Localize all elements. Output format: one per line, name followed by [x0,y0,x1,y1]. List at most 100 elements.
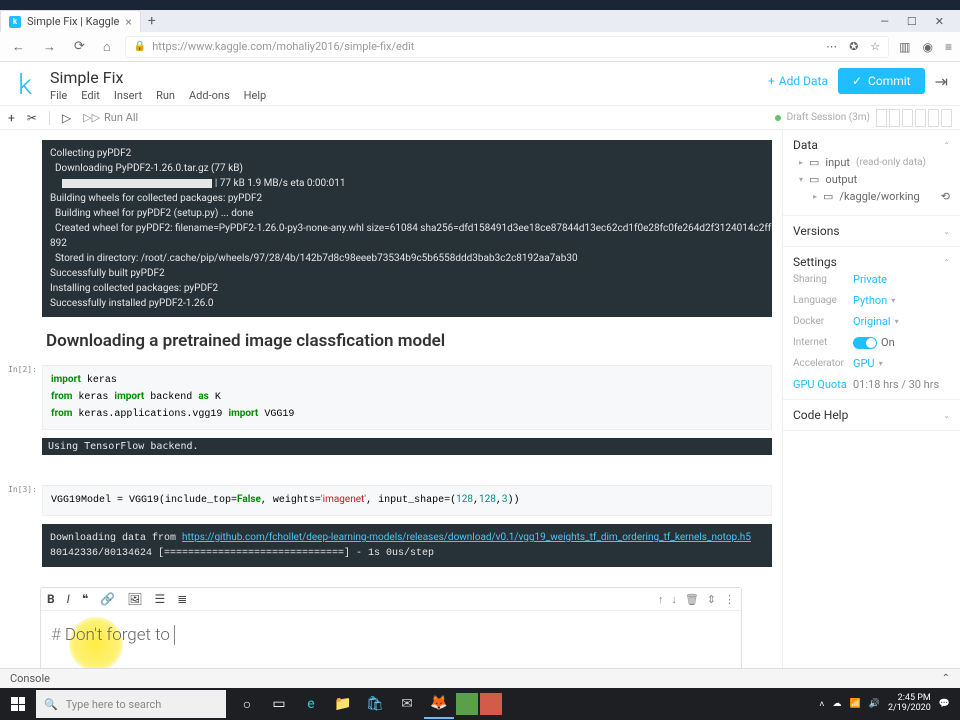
docker-select[interactable]: Original▾ [853,315,950,328]
menu-edit[interactable]: Edit [81,89,100,102]
cell-label-in2: In[2]: [8,365,37,374]
move-down-button[interactable]: ↓ [671,593,677,606]
close-tab-icon[interactable]: × [125,15,131,29]
versions-section-header[interactable]: Versions ⌄ [793,224,950,238]
app-red-icon[interactable] [480,693,502,715]
forward-icon[interactable]: → [39,37,60,57]
menu-insert[interactable]: Insert [114,89,142,102]
tray-volume-icon[interactable]: 🔊 [869,699,880,709]
account-icon[interactable]: ◉ [923,40,933,54]
tree-output-folder[interactable]: ▾ ▭ output [799,171,950,188]
tree-working-folder[interactable]: ▸ ▭ /kaggle/working ⟲ [799,188,950,205]
active-tab[interactable]: k Simple Fix | Kaggle × [0,10,141,32]
session-status[interactable]: Draft Session (3m) [775,109,952,127]
sharing-value[interactable]: Private [853,273,950,286]
menu-icon[interactable]: ≡ [945,40,952,54]
chevron-up-icon: ⌃ [942,673,950,684]
internet-toggle[interactable]: On [853,336,950,349]
maximize-icon[interactable]: ☐ [907,15,917,28]
settings-section-header[interactable]: Settings ⌃ [793,255,950,269]
taskview-icon[interactable]: ▭ [264,689,294,719]
console-bar[interactable]: Console ⌃ [0,668,960,688]
chevron-down-icon: ⌄ [943,227,950,236]
kaggle-logo[interactable]: k [0,68,50,101]
add-cell-button[interactable]: + [8,111,15,125]
tray-clock[interactable]: 2:45 PM 2/19/2020 [888,694,931,714]
url-input[interactable] [152,40,820,53]
start-button[interactable] [2,688,34,720]
firefox-icon[interactable]: 🦊 [424,689,454,719]
gpu-quota-link[interactable]: GPU Quota [793,378,853,391]
accelerator-select[interactable]: GPU▾ [853,357,950,370]
image-button[interactable]: 🖼 [127,592,142,606]
tray-cloud-icon[interactable]: ☁ [833,699,842,709]
lock-icon: 🔒 [134,41,146,52]
meter-disk [889,109,900,127]
tray-notifications-icon[interactable]: 💬 [939,699,950,709]
language-select[interactable]: Python▾ [853,294,950,307]
bookmark-icon[interactable]: ☆ [870,40,880,53]
markdown-content[interactable]: # Don't forget to [41,611,741,668]
mail-icon[interactable]: ✉ [392,689,422,719]
search-icon: 🔍 [44,698,58,711]
collapse-sidebar-icon[interactable]: ⇥ [935,72,948,91]
menu-run[interactable]: Run [156,89,175,102]
reader-icon[interactable]: ✪ [849,40,858,53]
data-section-header[interactable]: Data ⌃ [793,138,950,152]
italic-button[interactable]: I [67,592,70,606]
windows-taskbar: 🔍 Type here to search ○ ▭ e 📁 🛍 ✉ 🦊 ˄ ☁ … [0,688,960,720]
bold-button[interactable]: B [47,592,55,606]
move-up-button[interactable]: ↑ [658,593,664,606]
code-cell-2[interactable]: import kerasfrom keras import backend as… [42,365,772,430]
refresh-icon[interactable]: ⟲ [941,190,950,203]
codehelp-section-header[interactable]: Code Help ⌄ [793,408,950,422]
home-icon[interactable]: ⌂ [99,37,115,57]
close-window-icon[interactable]: ✕ [935,15,944,28]
notebook-body[interactable]: Collecting pyPDF2 Downloading PyPDF2-1.2… [0,130,782,668]
quote-button[interactable]: ❝ [82,592,88,606]
collapse-button[interactable]: ⇕ [707,593,716,606]
tab-title: Simple Fix | Kaggle [27,15,119,28]
menu-addons[interactable]: Add-ons [189,89,230,102]
text-cursor [174,625,175,645]
ul-button[interactable]: ☰ [155,592,166,606]
tray-chevron-icon[interactable]: ˄ [819,699,824,710]
cut-cell-button[interactable]: ✂ [27,111,37,125]
more-icon[interactable]: ⋯ [826,40,837,53]
new-tab-button[interactable]: + [141,13,163,29]
delete-cell-button[interactable]: 🗑 [685,593,699,606]
cell-menu-button[interactable]: ⋮ [724,593,735,606]
taskbar-search[interactable]: 🔍 Type here to search [36,690,226,718]
tray-network-icon[interactable]: 📶 [850,699,861,709]
markdown-editor[interactable]: B I ❝ 🔗 🖼 ☰ ≣ ↑ ↓ 🗑 ⇕ ⋮ # Don't forget t… [40,587,742,668]
library-icon[interactable]: ▥ [899,40,910,54]
chevron-right-icon: ▸ [813,192,817,201]
run-cell-button[interactable]: ▷ [62,111,71,125]
chevron-down-icon: ⌄ [943,411,950,420]
store-icon[interactable]: 🛍 [360,689,390,719]
explorer-icon[interactable]: 📁 [328,689,358,719]
pip-install-output: Collecting pyPDF2 Downloading PyPDF2-1.2… [42,140,772,317]
menu-help[interactable]: Help [244,89,267,102]
cortana-icon[interactable]: ○ [232,689,262,719]
back-icon[interactable]: ← [8,37,29,57]
edge-icon[interactable]: e [296,689,326,719]
code-output-2: Using TensorFlow backend. [42,438,772,455]
reload-icon[interactable]: ⟳ [70,37,89,56]
url-bar[interactable]: 🔒 ⋯ ✪ ☆ [125,36,889,58]
link-button[interactable]: 🔗 [100,592,115,606]
meter-ram [915,109,926,127]
code-output-3: Downloading data from https://github.com… [42,524,772,567]
notebook-title[interactable]: Simple Fix [50,68,768,87]
run-all-button[interactable]: ▷▷ Run All [83,111,138,124]
menu-file[interactable]: File [50,89,67,102]
add-data-button[interactable]: + Add Data [768,74,828,88]
tree-input-folder[interactable]: ▸ ▭ input (read-only data) [799,154,950,171]
meter-cpu [902,109,913,127]
commit-button[interactable]: ✓ Commit [838,68,925,94]
minimize-icon[interactable]: — [880,15,889,28]
status-dot-icon [775,115,781,121]
app-green-icon[interactable] [456,693,478,715]
ol-button[interactable]: ≣ [177,592,187,606]
code-cell-3[interactable]: VGG19Model = VGG19(include_top=False, we… [42,485,772,516]
